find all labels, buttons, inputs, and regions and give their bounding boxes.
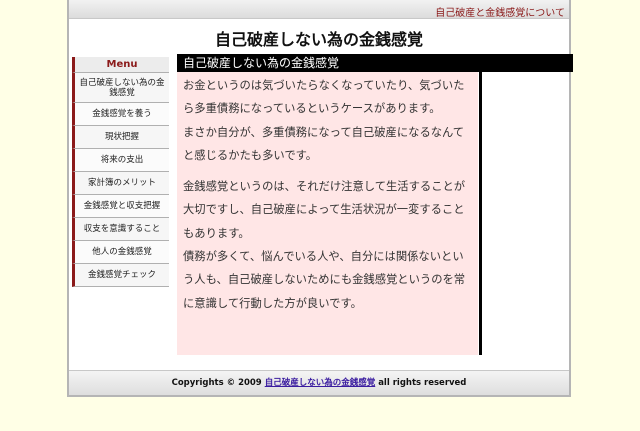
copyright-prefix: Copyrights © 2009 (171, 378, 262, 388)
sidebar-item-future-expenses[interactable]: 将来の支出 (72, 149, 169, 172)
content-paragraph: 金銭感覚というのは、それだけ注意して生活することが大切ですし、自己破産によって生… (183, 180, 466, 240)
content-body: お金というのは気づいたらなくなっていたり、気づいたら多重債務になっているというケ… (177, 72, 478, 355)
copyright-suffix: all rights reserved (378, 378, 467, 388)
sidebar-item-household-ledger[interactable]: 家計簿のメリット (72, 172, 169, 195)
page-container: 自己破産と金銭感覚について 自己破産しない為の金銭感覚 Menu 自己破産しない… (67, 0, 573, 397)
top-bar: 自己破産と金銭感覚について (69, 0, 569, 19)
content-paragraph: 債務が多くて、悩んでいる人や、自分には関係ないという人も、自己破産しないためにも… (183, 250, 466, 310)
footer-site-link[interactable]: 自己破産しない為の金銭感覚 (265, 378, 376, 388)
footer: Copyrights © 2009 自己破産しない為の金銭感覚 all righ… (69, 370, 569, 395)
content-paragraph: お金というのは気づいたらなくなっていたり、気づいたら多重債務になっているというケ… (183, 79, 465, 116)
sidebar-item-home[interactable]: 自己破産しない為の金銭感覚 (72, 73, 169, 103)
sidebar-item-check[interactable]: 金銭感覚チェック (72, 264, 169, 287)
menu-heading: Menu (72, 57, 169, 73)
sidebar-item-awareness[interactable]: 収支を意識すること (72, 218, 169, 241)
sidebar-menu: Menu 自己破産しない為の金銭感覚 金銭感覚を養う 現状把握 将来の支出 家計… (72, 57, 169, 287)
top-link[interactable]: 自己破産と金銭感覚について (435, 4, 565, 19)
sidebar-item-current-status[interactable]: 現状把握 (72, 126, 169, 149)
site-title: 自己破産しない為の金銭感覚 (214, 30, 423, 49)
sidebar-item-cultivate[interactable]: 金銭感覚を養う (72, 103, 169, 126)
main-content: 自己破産しない為の金銭感覚 お金というのは気づいたらなくなっていたり、気づいたら… (177, 54, 573, 355)
column-divider (479, 72, 482, 355)
sidebar-item-balance[interactable]: 金銭感覚と収支把握 (72, 195, 169, 218)
sidebar-item-others[interactable]: 他人の金銭感覚 (72, 241, 169, 264)
content-heading: 自己破産しない為の金銭感覚 (177, 54, 573, 72)
content-paragraph: まさか自分が、多重債務になって自己破産になるなんてと感じるかたも多いです。 (183, 125, 465, 162)
